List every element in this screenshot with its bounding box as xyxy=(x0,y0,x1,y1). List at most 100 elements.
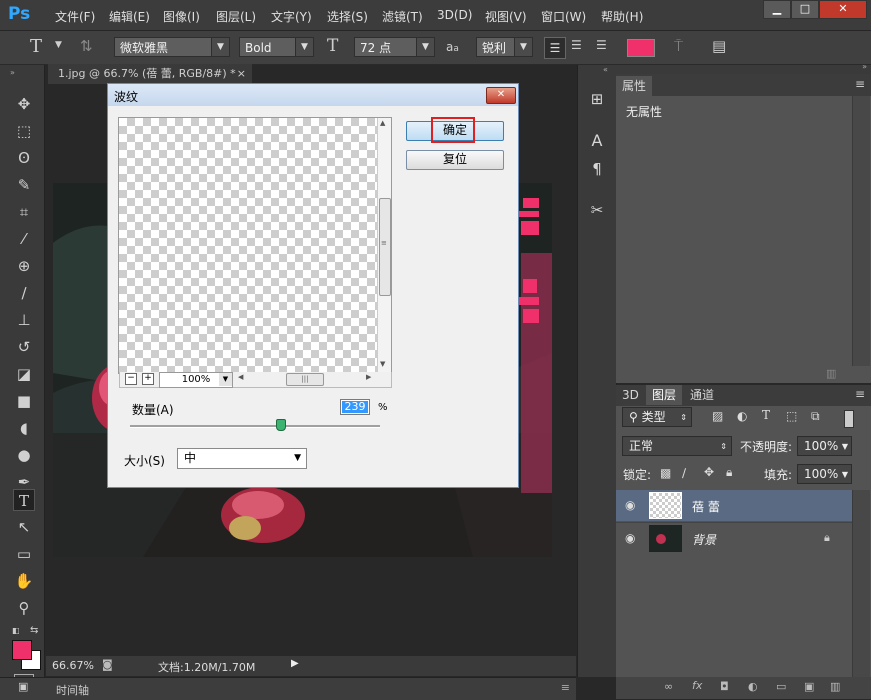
filter-preview[interactable]: ▲ ≡ ▼ xyxy=(118,117,392,374)
align-left-button[interactable]: ☰ xyxy=(544,37,566,59)
tab-channels[interactable]: 通道 xyxy=(684,385,720,405)
minimize-icon[interactable]: ▁ xyxy=(763,0,791,19)
rectangle-tool-icon[interactable]: ▭ xyxy=(13,543,35,565)
healing-brush-tool-icon[interactable]: ⊕ xyxy=(13,255,35,277)
path-selection-tool-icon[interactable]: ↖ xyxy=(13,516,35,538)
opacity-input[interactable]: 100% ▼ xyxy=(797,436,852,456)
filter-toggle-switch[interactable] xyxy=(844,410,854,428)
marquee-tool-icon[interactable]: ⬚ xyxy=(13,120,35,142)
panel-menu-icon[interactable]: ≡ xyxy=(855,387,865,401)
properties-scrollbar[interactable] xyxy=(852,96,870,366)
status-options-icon[interactable]: ◙ xyxy=(102,658,113,671)
menu-image[interactable]: 图像(I) xyxy=(163,8,200,25)
scroll-down-icon[interactable]: ▼ xyxy=(380,360,385,368)
new-group-icon[interactable]: ▭ xyxy=(776,680,786,693)
type-tool-active-icon[interactable]: T xyxy=(13,489,35,511)
type-filter-icon[interactable]: T xyxy=(762,408,770,422)
preview-zoom-select[interactable]: 100% ▼ xyxy=(159,372,233,388)
shape-filter-icon[interactable]: ⬚ xyxy=(786,409,797,423)
scroll-right-icon[interactable]: ▶ xyxy=(366,373,371,381)
tool-preset-chevron-icon[interactable]: ▼ xyxy=(55,40,62,50)
lock-transparency-icon[interactable]: ▩ xyxy=(660,466,671,480)
swap-colors-icon[interactable]: ⇆ xyxy=(30,625,38,636)
trash-icon[interactable]: ▥ xyxy=(826,367,836,380)
preview-vscrollbar[interactable]: ▲ ≡ ▼ xyxy=(377,118,391,372)
eyedropper-tool-icon[interactable]: ⁄ xyxy=(13,228,35,250)
clone-stamp-tool-icon[interactable]: ⊥ xyxy=(13,309,35,331)
menu-layer[interactable]: 图层(L) xyxy=(216,8,256,25)
lasso-tool-icon[interactable]: ʘ xyxy=(13,147,35,169)
add-mask-icon[interactable]: ◘ xyxy=(720,680,729,693)
panel-menu-icon[interactable]: ≡ xyxy=(855,77,865,91)
visibility-eye-icon[interactable]: ◉ xyxy=(625,531,635,545)
scroll-up-icon[interactable]: ▲ xyxy=(380,119,385,127)
quick-select-tool-icon[interactable]: ✎ xyxy=(13,174,35,196)
maximize-icon[interactable]: □ xyxy=(791,0,819,19)
zoom-level[interactable]: 66.67% xyxy=(52,659,94,672)
gradient-tool-icon[interactable]: ■ xyxy=(13,390,35,412)
font-size-select[interactable]: 72 点 ▼ xyxy=(354,37,435,57)
amount-slider-thumb[interactable] xyxy=(276,419,286,431)
foreground-color-swatch[interactable] xyxy=(12,640,32,660)
preview-hscroll-thumb[interactable]: ||| xyxy=(286,373,324,386)
menu-select[interactable]: 选择(S) xyxy=(327,8,368,25)
menu-3d[interactable]: 3D(D) xyxy=(437,8,472,22)
size-select[interactable]: 中 ▼ xyxy=(177,448,307,469)
smart-object-filter-icon[interactable]: ⧉ xyxy=(811,409,820,424)
close-tab-icon[interactable]: × xyxy=(237,64,246,84)
layer-name[interactable]: 蓓 蕾 xyxy=(692,498,720,515)
zoom-tool-icon[interactable]: ⚲ xyxy=(13,597,35,619)
collapse-arrows-icon[interactable]: » xyxy=(862,62,867,71)
layer-name[interactable]: 背景 xyxy=(692,531,716,548)
collapse-arrows-icon[interactable]: « xyxy=(603,65,608,74)
fill-input[interactable]: 100% ▼ xyxy=(797,464,852,484)
align-center-icon[interactable]: ☰ xyxy=(571,38,582,52)
dodge-tool-icon[interactable]: ● xyxy=(13,444,35,466)
adjustment-filter-icon[interactable]: ◐ xyxy=(737,409,747,423)
tab-properties[interactable]: 属性 xyxy=(616,76,653,96)
character-panel-icon[interactable]: A xyxy=(586,130,608,152)
tab-layers[interactable]: 图层 xyxy=(646,385,683,405)
menu-window[interactable]: 窗口(W) xyxy=(541,8,586,25)
link-layers-icon[interactable]: ∞ xyxy=(664,680,673,693)
eraser-tool-icon[interactable]: ◪ xyxy=(13,363,35,385)
text-color-swatch[interactable] xyxy=(627,39,655,57)
adjustment-layer-icon[interactable]: ◐ xyxy=(748,680,758,693)
default-colors-icon[interactable]: ◧ xyxy=(12,626,20,635)
dialog-title-bar[interactable]: 波纹 ✕ xyxy=(108,84,518,106)
brush-tool-icon[interactable]: ∕ xyxy=(13,282,35,304)
layer-row-background[interactable]: ◉ 背景 🔒︎ xyxy=(616,522,852,554)
close-window-icon[interactable]: ✕ xyxy=(819,0,867,19)
character-panel-icon[interactable]: ▤ xyxy=(712,37,726,55)
hand-tool-icon[interactable]: ✋ xyxy=(13,570,35,592)
blend-mode-select[interactable]: 正常 ⇕ xyxy=(622,436,732,456)
collapse-arrows-icon[interactable]: » xyxy=(10,68,15,77)
lock-pixels-icon[interactable]: ∕ xyxy=(682,466,686,480)
menu-file[interactable]: 文件(F) xyxy=(55,8,95,25)
warp-text-icon[interactable]: ⍑ xyxy=(674,37,683,55)
delete-layer-icon[interactable]: ▥ xyxy=(830,680,840,693)
antialias-select[interactable]: 锐利 ▼ xyxy=(476,37,533,57)
layers-scrollbar[interactable] xyxy=(852,490,870,677)
layer-row-text[interactable]: ◉ 蓓 蕾 xyxy=(616,490,852,521)
preview-vscroll-thumb[interactable]: ≡ xyxy=(379,198,391,296)
paragraph-panel-icon[interactable]: ¶ xyxy=(586,158,608,180)
menu-type[interactable]: 文字(Y) xyxy=(271,8,312,25)
history-panel-icon[interactable]: ⊞ xyxy=(586,88,608,110)
menu-edit[interactable]: 编辑(E) xyxy=(109,8,150,25)
dialog-close-icon[interactable]: ✕ xyxy=(486,87,516,104)
text-orientation-icon[interactable]: ⇅ xyxy=(80,37,93,55)
menu-filter[interactable]: 滤镜(T) xyxy=(382,8,423,25)
fx-icon[interactable]: fx xyxy=(692,679,702,692)
layer-filter-select[interactable]: ⚲ 类型 ⇕ xyxy=(622,407,692,427)
visibility-eye-icon[interactable]: ◉ xyxy=(625,498,635,512)
font-style-select[interactable]: Bold ▼ xyxy=(239,37,314,57)
amount-slider-track[interactable] xyxy=(130,425,380,428)
move-tool-icon[interactable]: ✥ xyxy=(13,93,35,115)
zoom-in-icon[interactable]: + xyxy=(142,373,154,385)
panel-menu-icon[interactable]: ≡ xyxy=(561,681,570,694)
scroll-left-icon[interactable]: ◀ xyxy=(238,373,243,381)
lock-position-icon[interactable]: ✥ xyxy=(704,465,714,479)
lock-all-icon[interactable]: 🔒︎ xyxy=(726,465,732,480)
tool-presets-icon[interactable]: ✂ xyxy=(586,199,608,221)
